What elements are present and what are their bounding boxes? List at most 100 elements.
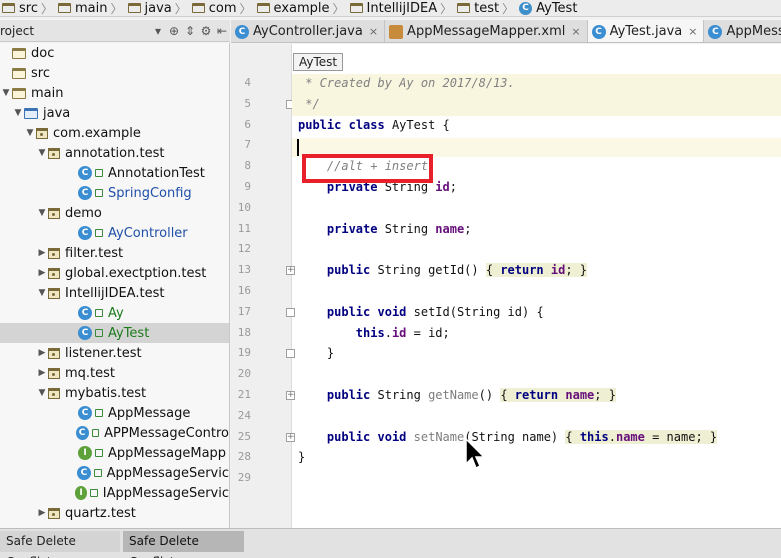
tree-item-label: quartz.test [65,505,136,521]
collapse-arrow-icon[interactable]: ▶ [36,248,48,258]
tree-item-label: AppMessageMapp [108,445,227,461]
tree-item[interactable]: ▶ global.exectption.test [0,263,229,283]
tree-item[interactable]: C AnnotationTest [0,163,229,183]
tree-item[interactable]: C AyController [0,223,229,243]
fold-marker-icon[interactable]: + [286,391,295,400]
tree-item-label: doc [31,45,55,61]
package-icon [48,247,60,259]
lock-icon [91,429,100,437]
line-number: 13 [237,263,251,277]
package-icon [36,127,48,139]
collapse-arrow-icon[interactable]: ▶ [36,368,48,378]
hide-icon[interactable]: ⇤ [214,24,230,38]
class-icon: C [75,426,89,440]
tree-item-label: listener.test [65,345,142,361]
tree-item[interactable]: I AppMessageMapp [0,443,229,463]
tree-item-label: java [43,105,71,121]
breadcrumb-item[interactable]: test [455,0,499,16]
line-number: 8 [244,159,251,173]
code-editor[interactable]: 4 5 6 7 8 9 10 11 12 13 +16 17 18 19 20 21 +24 25 +28 29 * … [231,44,781,528]
tree-item-label: src [31,65,50,81]
tree-item[interactable]: C APPMessageContro [0,423,229,443]
line-number: 10 [237,200,251,214]
folder-icon [457,3,471,13]
tab-safe-delete-conflicts-1[interactable]: Safe Delete Conflicts [0,531,120,558]
tree-item[interactable]: doc [0,43,229,63]
tree-item[interactable]: ▼ demo [0,203,229,223]
tab-appmessagemapper-xml[interactable]: AppMessageMapper.xml × [385,20,588,42]
package-icon [48,347,60,359]
code-line: public void setName(String name) { this.… [326,429,718,444]
breadcrumb-item[interactable]: java [126,0,172,16]
tree-item[interactable]: ▼ java [0,103,229,123]
folder-icon [349,3,363,13]
collapse-arrow-icon[interactable]: ▶ [36,348,48,358]
tree-item[interactable]: ▼ com.example [0,123,229,143]
fold-marker-icon[interactable]: + [286,432,295,442]
interface-icon: I [74,486,88,500]
folder-icon [2,3,15,13]
tab-safe-delete-conflicts-2[interactable]: Safe Delete Conflicts [123,531,244,558]
lock-icon [95,189,103,197]
lock-icon [95,229,103,237]
tree-item[interactable]: ▶ quartz.test [0,503,229,523]
tree-item[interactable]: ▼ main [0,83,229,103]
tab-aycontroller-java[interactable]: C AyController.java × [231,20,386,42]
code-line: * Created by Ay on 2017/8/13. [298,76,515,90]
breadcrumb-item[interactable]: main [56,0,107,16]
dropdown-icon[interactable]: ▾ [150,24,166,38]
expand-arrow-icon[interactable]: ▼ [36,388,48,398]
tree-item[interactable]: C Ay [0,303,229,323]
breadcrumb-separator: 〉 [174,1,187,16]
tree-item[interactable]: ▶ mq.test [0,363,229,383]
tree-item-label: AppMessage [108,405,191,421]
tree-item[interactable]: ▼ IntellijIDEA.test [0,283,229,303]
expand-arrow-icon[interactable]: ▼ [36,148,48,158]
collapse-arrow-icon[interactable]: ▶ [36,268,48,278]
collapse-arrow-icon[interactable]: ▶ [36,508,48,518]
tree-item[interactable]: ▼ mybatis.test [0,383,229,403]
code-line: this.id = id; [355,325,450,340]
tree-item-label: AyTest [108,325,150,341]
expand-arrow-icon[interactable]: ▼ [24,128,36,138]
text-caret [297,139,299,156]
gear-icon[interactable]: ⚙ [198,24,214,38]
expand-arrow-icon[interactable]: ▼ [36,208,48,218]
tree-item[interactable]: ▶ filter.test [0,243,229,263]
tab-appmess[interactable]: C AppMess [704,20,781,42]
fold-marker-icon[interactable] [286,307,295,317]
tree-item[interactable]: C AppMessage [0,403,229,423]
tree-item[interactable]: ▶ listener.test [0,343,229,363]
lock-icon [95,329,103,337]
expand-arrow-icon[interactable]: ▼ [12,108,24,118]
expand-arrow-icon[interactable]: ▼ [0,88,12,98]
expand-arrow-icon[interactable]: ▼ [36,288,48,298]
close-icon[interactable]: × [369,25,378,38]
code-line: public class AyTest { [298,117,450,132]
close-icon[interactable]: × [688,25,697,38]
breadcrumb-item[interactable]: example [255,0,330,16]
breadcrumb-item[interactable]: C AyTest [517,0,577,16]
breadcrumb-item[interactable]: src [0,0,38,16]
collapse-icon[interactable]: ⇕ [182,24,198,38]
annotation-highlight-box [302,154,433,183]
tab-aytest-java[interactable]: C AyTest.java × [587,20,705,42]
tree-item[interactable]: ▼ annotation.test [0,143,229,163]
target-icon[interactable]: ⊕ [166,24,182,38]
tree-item[interactable]: C SpringConfig [0,183,229,203]
line-number: 5 [244,96,251,110]
fold-marker-icon[interactable]: + [286,266,295,276]
tree-item[interactable]: C AyTest [0,323,229,343]
breadcrumb: src 〉 main 〉 java 〉 com 〉 example 〉 IntellijIDEA 〉 t… [0,0,781,17]
tree-item-label: Ay [108,305,124,321]
tree-item[interactable]: src [0,63,229,83]
breadcrumb-item[interactable]: com [190,0,237,16]
close-icon[interactable]: × [571,25,580,38]
tree-item[interactable]: C AppMessageServic [0,463,229,483]
folder-icon [191,3,205,13]
fold-marker-icon[interactable] [286,349,295,359]
breadcrumb-item[interactable]: IntellijIDEA [348,0,437,16]
package-icon [48,267,60,279]
tree-item[interactable]: I IAppMessageServic [0,483,229,503]
breadcrumb-separator: 〉 [332,1,345,16]
